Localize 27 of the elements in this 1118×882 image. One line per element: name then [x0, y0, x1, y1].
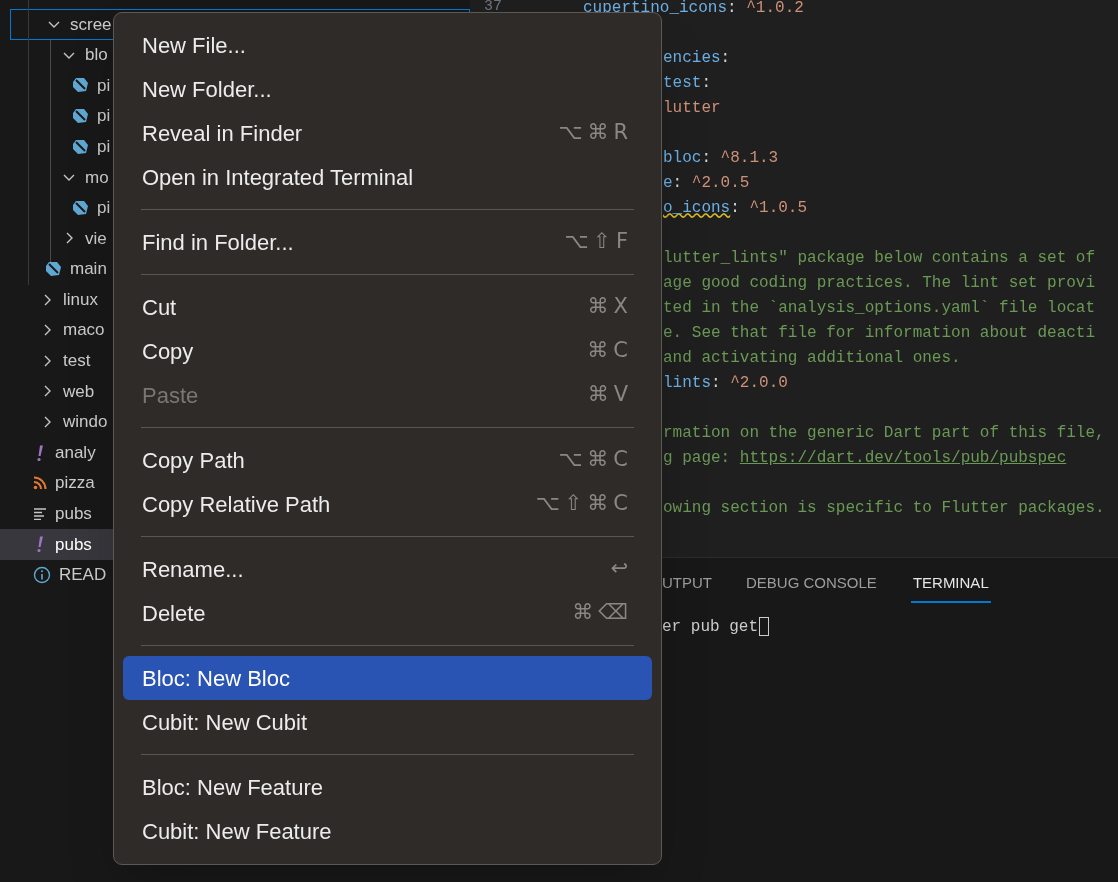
code-line: owing section is specific to Flutter packages. [663, 497, 1105, 519]
code-line: ted in the `analysis_options.yaml` file locat [663, 297, 1096, 319]
code-line: bloc: ^8.1.3 [663, 147, 779, 169]
code-line: g page: https://dart.dev/tools/pub/pubspec [663, 447, 1067, 469]
code-line: e. See that file for information about deacti [663, 322, 1096, 344]
code-line: rmation on the generic Dart part of this file, [663, 422, 1105, 444]
code-line: e: ^2.0.5 [663, 172, 750, 194]
terminal-text: er pub get [662, 616, 758, 638]
code-line: o_icons: ^1.0.5 [663, 197, 808, 219]
code-line: lints: ^2.0.0 [663, 372, 788, 394]
shortcut-text: ⌘X [587, 293, 633, 321]
shortcut-text: ⌘C [587, 337, 633, 365]
line-number: 37 [483, 0, 502, 18]
shortcut-text: ⌥⇧⌘C [535, 490, 633, 518]
code-line: test: [663, 72, 711, 94]
shortcut-text: ⌥⇧F [564, 228, 633, 256]
code-line: lutter [663, 97, 721, 119]
code-line: and activating additional ones. [663, 347, 961, 369]
shortcut-text: ⌥⌘R [558, 119, 633, 147]
code-line: lutter_lints" package below contains a set of [663, 247, 1096, 269]
code-line: cupertino_icons: ^1.0.2 [583, 0, 804, 19]
code-line: age good coding practices. The lint set provi [663, 272, 1096, 294]
shortcut-text: ⌘V [587, 381, 633, 409]
shortcut-text: ↩ [610, 555, 633, 583]
code-line: encies: [663, 47, 731, 69]
shortcut-text: ⌘⌫ [572, 599, 633, 627]
shortcut-text: ⌥⌘C [558, 446, 633, 474]
